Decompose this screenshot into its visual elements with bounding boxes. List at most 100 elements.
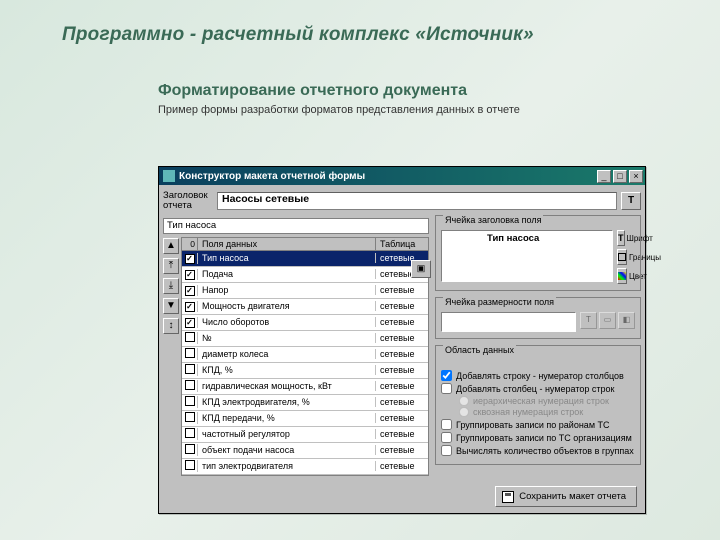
font-label: Шрифт (627, 234, 653, 243)
table-row[interactable]: ✓Мощность двигателясетевые (182, 299, 428, 315)
row-table: сетевые (376, 445, 428, 455)
reorder-button-1[interactable]: ⤒ (163, 258, 179, 274)
add-row-label: Добавлять строку - нумератор столбцов (456, 371, 624, 381)
cell-dim-title: Ячейка размерности поля (443, 297, 556, 307)
maximize-button[interactable]: □ (613, 170, 627, 183)
cell-dim-group: Ячейка размерности поля T ▭ ◧ (435, 297, 641, 339)
header-font-button[interactable]: T (621, 192, 641, 210)
table-row[interactable]: частотный регуляторсетевые (182, 427, 428, 443)
row-checkbox[interactable] (182, 396, 198, 408)
row-checkbox[interactable] (182, 444, 198, 456)
close-button[interactable]: × (629, 170, 643, 183)
table-row[interactable]: ✓Число оборотовсетевые (182, 315, 428, 331)
section-subtitle: Пример формы разработки форматов предста… (0, 102, 720, 124)
data-area-group: Область данных Добавлять строку - нумера… (435, 345, 641, 465)
reorder-button-3[interactable]: ▼ (163, 298, 179, 314)
minimize-button[interactable]: _ (597, 170, 611, 183)
row-checkbox[interactable] (182, 332, 198, 344)
row-checkbox[interactable] (182, 380, 198, 392)
dim-color-button[interactable]: ◧ (618, 312, 635, 329)
row-checkbox[interactable] (182, 412, 198, 424)
add-col-label: Добавлять столбец - нумератор строк (456, 384, 614, 394)
group-org-checkbox[interactable]: Группировать записи по ТС организациям (441, 432, 635, 443)
row-table: сетевые (376, 365, 428, 375)
table-row[interactable]: КПД, %сетевые (182, 363, 428, 379)
row-field: Напор (198, 285, 376, 295)
current-field-input[interactable] (163, 218, 429, 234)
report-header-input[interactable]: Насосы сетевые (217, 192, 617, 210)
group-ts-label: Группировать записи по районам ТС (456, 420, 610, 430)
reorder-button-4[interactable]: ↕ (163, 318, 179, 334)
row-field: Подача (198, 269, 376, 279)
row-checkbox[interactable]: ✓ (182, 285, 198, 296)
header-preview-text: Тип насоса (487, 233, 539, 244)
table-row[interactable]: КПД электродвигателя, %сетевые (182, 395, 428, 411)
data-area-title: Область данных (443, 345, 516, 355)
reorder-button-2[interactable]: ⤓ (163, 278, 179, 294)
row-field: КПД передачи, % (198, 413, 376, 423)
add-row-checkbox[interactable]: Добавлять строку - нумератор столбцов (441, 370, 635, 381)
table-row[interactable]: ✓Тип насосасетевые (182, 251, 428, 267)
window-title: Конструктор макета отчетной формы (179, 171, 595, 182)
radio-hier-label: иерархическая нумерация строк (473, 396, 609, 406)
pane-toggle-button[interactable]: ▣ (411, 260, 431, 278)
row-checkbox[interactable] (182, 348, 198, 360)
group-org-label: Группировать записи по ТС организациям (456, 433, 632, 443)
grid-col-num: 0 (182, 238, 198, 250)
row-checkbox[interactable]: ✓ (182, 301, 198, 312)
row-checkbox[interactable] (182, 428, 198, 440)
dim-font-button[interactable]: T (580, 312, 597, 329)
row-checkbox[interactable]: ✓ (182, 269, 198, 280)
save-button[interactable]: Сохранить макет отчета (495, 486, 637, 507)
table-row[interactable]: объект подачи насосасетевые (182, 443, 428, 459)
table-row[interactable]: гидравлическая мощность, кВтсетевые (182, 379, 428, 395)
row-checkbox[interactable] (182, 460, 198, 472)
table-row[interactable]: №сетевые (182, 331, 428, 347)
row-checkbox[interactable] (182, 364, 198, 376)
row-field: КПД, % (198, 365, 376, 375)
add-col-checkbox[interactable]: Добавлять столбец - нумератор строк (441, 383, 635, 394)
radio-seq-label: сквозная нумерация строк (473, 407, 583, 417)
radio-sequential: сквозная нумерация строк (459, 407, 635, 417)
row-field: КПД электродвигателя, % (198, 397, 376, 407)
reorder-button-0[interactable]: ▲ (163, 238, 179, 254)
row-checkbox[interactable]: ✓ (182, 317, 198, 328)
row-field: гидравлическая мощность, кВт (198, 381, 376, 391)
cell-header-title: Ячейка заголовка поля (443, 215, 543, 225)
table-row[interactable]: диаметр колесасетевые (182, 347, 428, 363)
cell-header-group: Ячейка заголовка поля Тип насоса TШрифт … (435, 215, 641, 291)
row-table: сетевые (376, 381, 428, 391)
table-row[interactable]: ✓Подачасетевые (182, 267, 428, 283)
row-table: сетевые (376, 333, 428, 343)
table-row[interactable]: КПД передачи, %сетевые (182, 411, 428, 427)
font-button[interactable]: T (617, 230, 625, 246)
save-label: Сохранить макет отчета (519, 491, 626, 502)
fields-grid[interactable]: 0 Поля данных Таблица ✓Тип насосасетевые… (181, 237, 429, 476)
row-table: сетевые (376, 397, 428, 407)
row-field: диаметр колеса (198, 349, 376, 359)
table-row[interactable]: тип электродвигателясетевые (182, 459, 428, 475)
table-row[interactable]: ✓Напорсетевые (182, 283, 428, 299)
dim-borders-button[interactable]: ▭ (599, 312, 616, 329)
titlebar[interactable]: Конструктор макета отчетной формы _ □ × (159, 167, 645, 185)
app-icon (163, 170, 175, 182)
color-button[interactable] (617, 268, 627, 284)
group-ts-checkbox[interactable]: Группировать записи по районам ТС (441, 419, 635, 430)
slide-title: Программно - расчетный комплекс «Источни… (0, 0, 720, 46)
borders-button[interactable] (617, 249, 627, 265)
grid-col-table: Таблица (376, 238, 428, 250)
section-heading: Форматирование отчетного документа (0, 46, 720, 102)
calc-checkbox[interactable]: Вычислять количество объектов в группах (441, 445, 635, 456)
borders-label: Границы (629, 253, 661, 262)
grid-col-field: Поля данных (198, 238, 376, 250)
row-field: частотный регулятор (198, 429, 376, 439)
row-table: сетевые (376, 429, 428, 439)
header-preview: Тип насоса (441, 230, 613, 282)
row-field: Тип насоса (198, 253, 376, 263)
row-table: сетевые (376, 285, 428, 295)
row-checkbox[interactable]: ✓ (182, 253, 198, 264)
row-field: объект подачи насоса (198, 445, 376, 455)
row-table: сетевые (376, 301, 428, 311)
row-field: Число оборотов (198, 317, 376, 327)
save-icon (502, 491, 514, 503)
